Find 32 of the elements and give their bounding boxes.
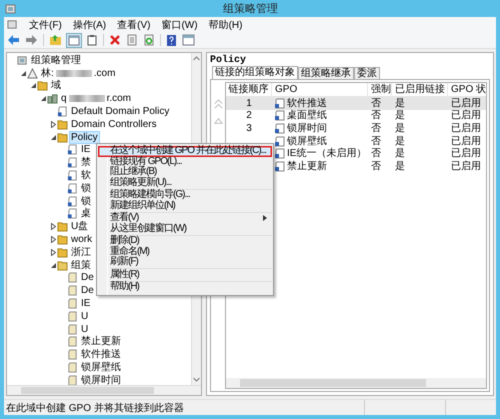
window-title: 组策略管理 xyxy=(223,2,279,16)
table-cell: 锁屏壁纸 xyxy=(287,136,327,147)
tree-item-suffix: .com xyxy=(92,68,116,79)
status-text: 在此域中创建 GPO 并将其链接到此容器 xyxy=(5,402,185,414)
table-cell: 已启用 xyxy=(451,122,481,134)
table-cell: 1 xyxy=(246,98,252,109)
table-cell: 否 xyxy=(371,122,381,134)
table-cell: 是 xyxy=(395,148,405,160)
table-cell: 否 xyxy=(371,98,381,109)
table-cell: 2 xyxy=(246,110,252,122)
table-cell: 已启用 xyxy=(451,98,481,109)
table-cell: 桌面壁纸 xyxy=(287,110,327,122)
table-cell: 软件推送 xyxy=(287,98,327,109)
table-cell: 3 xyxy=(246,122,252,134)
table-cell: 是 xyxy=(395,160,405,172)
table-cell: 已启用 xyxy=(451,160,481,172)
table-cell: 否 xyxy=(371,136,381,147)
table-cell: 否 xyxy=(371,160,381,172)
table-cell: IE统一（未启用） xyxy=(287,148,366,160)
table-cell: 否 xyxy=(371,148,381,160)
tree-item-suffix: r.com xyxy=(106,93,132,104)
table-cell: 锁屏时间 xyxy=(287,122,327,134)
table-cell: 是 xyxy=(395,110,405,122)
pane-title: Policy xyxy=(210,55,248,66)
table-cell: 是 xyxy=(395,122,405,134)
table-cell: 是 xyxy=(395,98,405,109)
table-cell: 已启用 xyxy=(451,110,481,122)
table-cell: 已启用 xyxy=(451,136,481,147)
table-cell: 已启用 xyxy=(451,148,481,160)
table-cell: 否 xyxy=(371,110,381,122)
table-cell: 禁止更新 xyxy=(287,160,327,172)
table-cell: 是 xyxy=(395,136,405,147)
